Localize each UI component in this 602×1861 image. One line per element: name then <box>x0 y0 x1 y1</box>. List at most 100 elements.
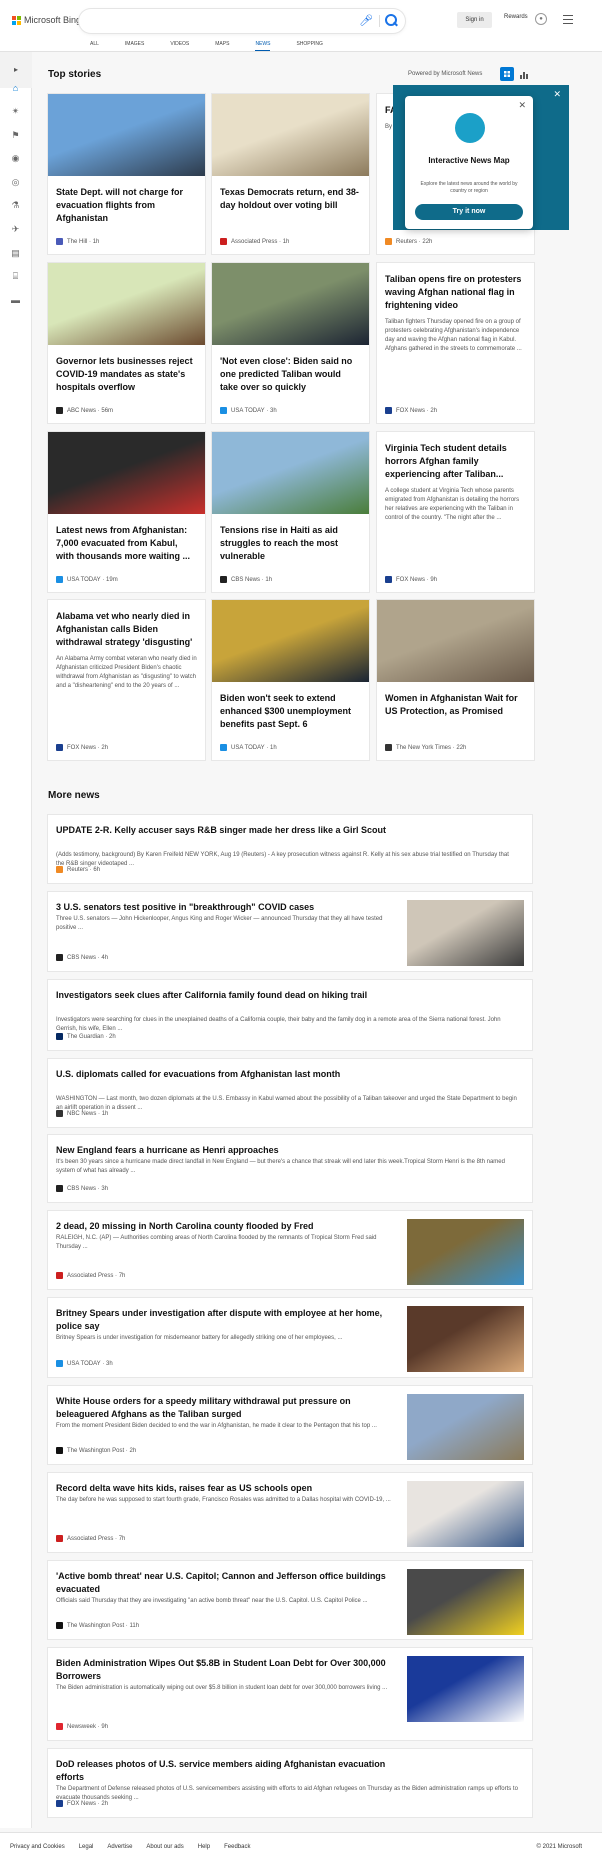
virus-icon[interactable]: ✴ <box>10 106 21 117</box>
news-item[interactable]: Biden Administration Wipes Out $5.8B in … <box>48 1648 532 1740</box>
news-item[interactable]: 3 U.S. senators test positive in "breakt… <box>48 892 532 971</box>
news-title[interactable]: Record delta wave hits kids, raises fear… <box>56 1482 396 1495</box>
close-icon[interactable]: ✕ <box>518 100 526 111</box>
news-thumbnail[interactable] <box>407 1306 524 1372</box>
tab-news[interactable]: NEWS <box>255 41 271 51</box>
search-icon[interactable] <box>384 13 398 27</box>
news-title[interactable]: Biden Administration Wipes Out $5.8B in … <box>56 1657 396 1683</box>
news-title[interactable]: Britney Spears under investigation after… <box>56 1307 396 1333</box>
news-item[interactable]: Record delta wave hits kids, raises fear… <box>48 1473 532 1552</box>
story-title[interactable]: Virginia Tech student details horrors Af… <box>377 432 534 481</box>
news-item[interactable]: Britney Spears under investigation after… <box>48 1298 532 1377</box>
story-title[interactable]: Texas Democrats return, end 38-day holdo… <box>212 176 369 212</box>
footer-link[interactable]: Feedback <box>224 1844 250 1850</box>
news-source[interactable]: CBS News · 3h <box>56 1185 108 1192</box>
news-source[interactable]: Associated Press · 7h <box>56 1535 125 1542</box>
story-title[interactable]: Latest news from Afghanistan: 7,000 evac… <box>48 514 205 563</box>
story-image[interactable] <box>212 94 369 176</box>
story-card[interactable]: Tensions rise in Haiti as aid struggles … <box>212 432 369 592</box>
tab-videos[interactable]: VIDEOS <box>170 41 189 51</box>
news-item[interactable]: New England fears a hurricane as Henri a… <box>48 1135 532 1202</box>
news-item[interactable]: UPDATE 2-R. Kelly accuser says R&B singe… <box>48 815 532 883</box>
news-title[interactable]: UPDATE 2-R. Kelly accuser says R&B singe… <box>56 824 396 837</box>
news-source[interactable]: Reuters · 6h <box>56 866 100 873</box>
story-source[interactable]: USA TODAY · 1h <box>220 744 277 751</box>
money-icon[interactable]: ▬ <box>10 295 21 306</box>
story-title[interactable]: Taliban opens fire on protesters waving … <box>377 263 534 312</box>
story-source[interactable]: FOX News · 9h <box>385 576 437 583</box>
news-source[interactable]: The Washington Post · 2h <box>56 1447 136 1454</box>
tab-images[interactable]: IMAGES <box>125 41 144 51</box>
tab-maps[interactable]: MAPS <box>215 41 229 51</box>
news-title[interactable]: 'Active bomb threat' near U.S. Capitol; … <box>56 1570 396 1596</box>
tab-all[interactable]: ALL <box>90 41 99 51</box>
story-image[interactable] <box>212 600 369 682</box>
news-item[interactable]: DoD releases photos of U.S. service memb… <box>48 1749 532 1817</box>
news-source[interactable]: NBC News · 1h <box>56 1110 108 1117</box>
map-view-icon[interactable] <box>517 67 531 81</box>
news-title[interactable]: DoD releases photos of U.S. service memb… <box>56 1758 396 1784</box>
tab-shopping[interactable]: SHOPPING <box>296 41 322 51</box>
flag-icon[interactable]: ⚑ <box>10 130 21 141</box>
microphone-icon[interactable]: 🎤︎ <box>359 14 373 28</box>
news-source[interactable]: The Washington Post · 11h <box>56 1622 139 1629</box>
rewards-link[interactable]: Rewards <box>504 14 528 20</box>
hamburger-menu-icon[interactable] <box>563 15 573 24</box>
story-title[interactable]: Governor lets businesses reject COVID-19… <box>48 345 205 394</box>
story-source[interactable]: CBS News · 1h <box>220 576 272 583</box>
story-image[interactable] <box>48 263 205 345</box>
story-title[interactable]: 'Not even close': Biden said no one pred… <box>212 345 369 394</box>
news-thumbnail[interactable] <box>407 900 524 966</box>
location-icon[interactable]: ◉ <box>10 153 21 164</box>
news-title[interactable]: Investigators seek clues after Californi… <box>56 989 396 1002</box>
story-image[interactable] <box>48 94 205 176</box>
news-title[interactable]: 3 U.S. senators test positive in "breakt… <box>56 901 396 914</box>
news-item[interactable]: 2 dead, 20 missing in North Carolina cou… <box>48 1211 532 1289</box>
story-title[interactable]: Biden won't seek to extend enhanced $300… <box>212 682 369 731</box>
story-source[interactable]: USA TODAY · 3h <box>220 407 277 414</box>
story-card[interactable]: Governor lets businesses reject COVID-19… <box>48 263 205 423</box>
news-title[interactable]: White House orders for a speedy military… <box>56 1395 396 1421</box>
news-source[interactable]: Associated Press · 7h <box>56 1272 125 1279</box>
news-item[interactable]: U.S. diplomats called for evacuations fr… <box>48 1059 532 1127</box>
footer-link[interactable]: Legal <box>79 1844 94 1850</box>
news-title[interactable]: 2 dead, 20 missing in North Carolina cou… <box>56 1220 396 1233</box>
story-source[interactable]: ABC News · 56m <box>56 407 113 414</box>
news-thumbnail[interactable] <box>407 1481 524 1547</box>
close-icon[interactable]: ✕ <box>553 89 561 100</box>
news-item[interactable]: White House orders for a speedy military… <box>48 1386 532 1464</box>
rocket-icon[interactable]: ✈ <box>10 224 21 235</box>
story-title[interactable]: Women in Afghanistan Wait for US Protect… <box>377 682 534 718</box>
story-source[interactable]: Associated Press · 1h <box>220 238 289 245</box>
news-thumbnail[interactable] <box>407 1569 524 1635</box>
news-item[interactable]: 'Active bomb threat' near U.S. Capitol; … <box>48 1561 532 1639</box>
story-title[interactable]: Tensions rise in Haiti as aid struggles … <box>212 514 369 563</box>
search-box[interactable]: 🎤︎ <box>79 9 405 33</box>
news-source[interactable]: The Guardian · 2h <box>56 1033 116 1040</box>
story-title[interactable]: Alabama vet who nearly died in Afghanist… <box>48 600 205 649</box>
bank-icon[interactable]: ⌸ <box>10 271 21 282</box>
footer-link[interactable]: Privacy and Cookies <box>10 1844 65 1850</box>
story-card[interactable]: Taliban opens fire on protesters waving … <box>377 263 534 423</box>
news-item[interactable]: Investigators seek clues after Californi… <box>48 980 532 1050</box>
story-card[interactable]: Alabama vet who nearly died in Afghanist… <box>48 600 205 760</box>
news-source[interactable]: USA TODAY · 3h <box>56 1360 113 1367</box>
news-source[interactable]: FOX News · 2h <box>56 1800 108 1807</box>
footer-link[interactable]: About our ads <box>146 1844 183 1850</box>
story-image[interactable] <box>212 263 369 345</box>
story-image[interactable] <box>377 600 534 682</box>
news-thumbnail[interactable] <box>407 1219 524 1285</box>
story-source[interactable]: FOX News · 2h <box>56 744 108 751</box>
story-source[interactable]: The Hill · 1h <box>56 238 99 245</box>
film-icon[interactable]: ▤ <box>10 248 21 259</box>
story-card[interactable]: Texas Democrats return, end 38-day holdo… <box>212 94 369 254</box>
try-it-now-button[interactable]: Try it now <box>415 204 523 220</box>
footer-link[interactable]: Help <box>198 1844 210 1850</box>
story-card[interactable]: Latest news from Afghanistan: 7,000 evac… <box>48 432 205 592</box>
globe-icon[interactable]: ◎ <box>10 177 21 188</box>
news-thumbnail[interactable] <box>407 1394 524 1460</box>
story-source[interactable]: FOX News · 2h <box>385 407 437 414</box>
trophy-icon[interactable]: ● <box>535 13 547 25</box>
news-source[interactable]: CBS News · 4h <box>56 954 108 961</box>
story-image[interactable] <box>212 432 369 514</box>
